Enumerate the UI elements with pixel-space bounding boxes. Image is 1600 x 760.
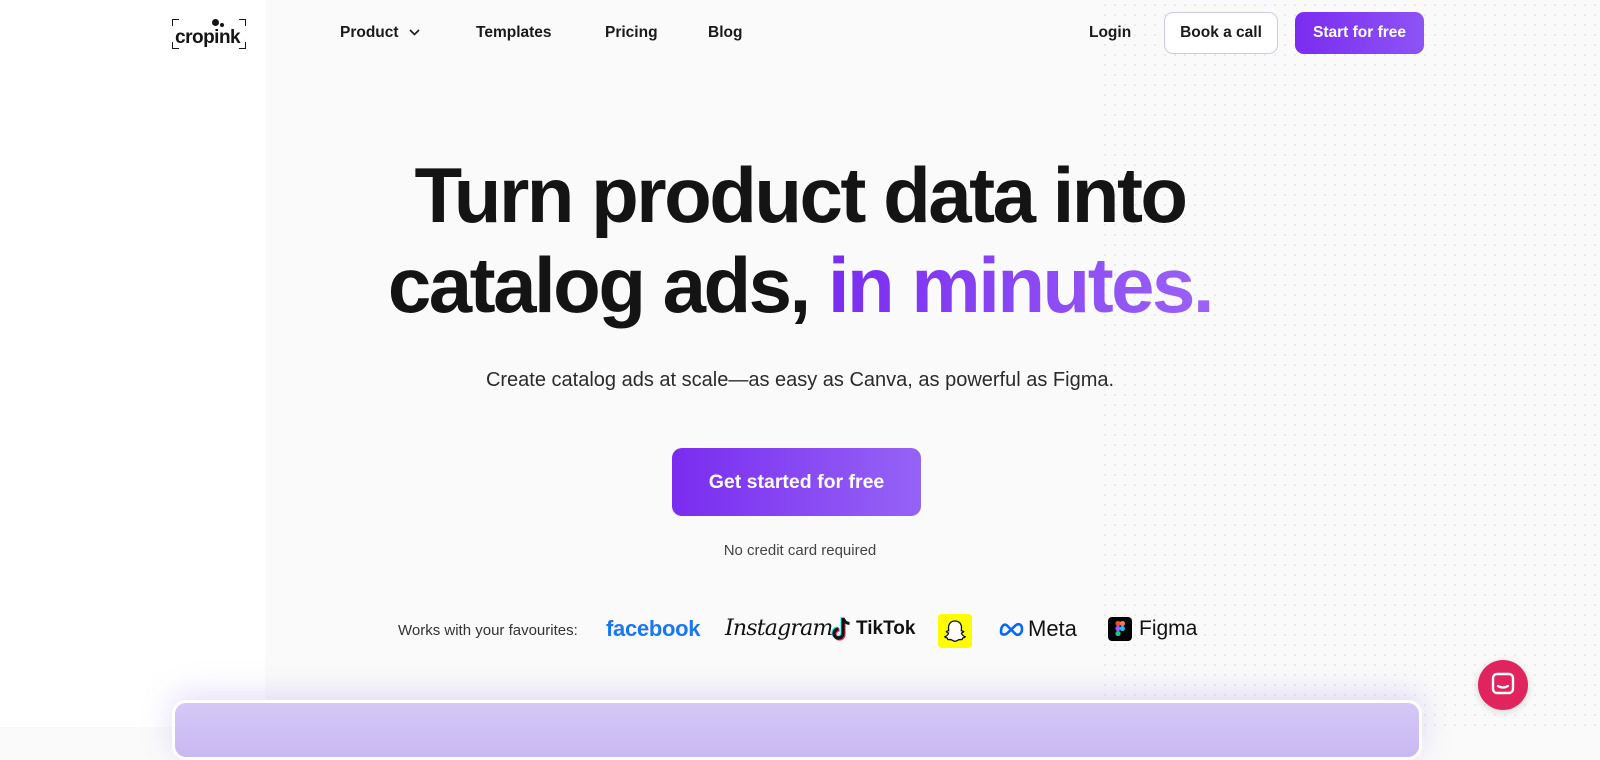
page-background-left	[0, 0, 265, 727]
nav-blog-link[interactable]: Blog	[708, 22, 742, 44]
cropink-logo[interactable]: cropink	[172, 19, 246, 49]
chat-launcher-button[interactable]	[1478, 660, 1528, 710]
tiktok-icon	[831, 617, 850, 641]
hero-headline-main: catalog ads,	[387, 241, 811, 329]
facebook-logo: facebook	[606, 616, 701, 641]
snapchat-logo	[938, 614, 972, 648]
tiktok-wordmark: TikTok	[856, 618, 916, 639]
nav-product-menu[interactable]: Product	[340, 22, 420, 44]
chevron-down-icon	[408, 29, 420, 37]
figma-wordmark: Figma	[1139, 617, 1198, 640]
get-started-button[interactable]: Get started for free	[672, 448, 921, 516]
logo-corner-mark	[172, 19, 179, 26]
nav-pricing-link[interactable]: Pricing	[605, 22, 658, 44]
logo-wordmark: cropink	[175, 27, 241, 48]
logo-corner-mark	[239, 19, 246, 26]
instagram-logo: Instagram	[725, 616, 833, 641]
top-navigation: cropink Product Templates Pricing Blog L…	[0, 0, 1600, 66]
figma-icon	[1115, 620, 1125, 637]
meta-infinity-icon	[999, 622, 1024, 637]
hero-headline-line1: Turn product data into	[414, 151, 1188, 239]
nav-product-label: Product	[340, 24, 399, 41]
partners-label: Works with your favourites:	[398, 622, 578, 639]
hero-headline-accent: in minutes.	[827, 241, 1215, 329]
login-link[interactable]: Login	[1089, 22, 1131, 44]
snapchat-ghost-icon	[943, 620, 967, 642]
chat-bubble-icon	[1491, 672, 1515, 695]
figma-icon-tile	[1108, 617, 1132, 641]
logo-dot	[212, 19, 219, 26]
meta-wordmark: Meta	[1028, 616, 1077, 641]
product-preview-panel	[172, 700, 1422, 760]
book-call-button[interactable]: Book a call	[1164, 12, 1278, 54]
nav-templates-link[interactable]: Templates	[476, 22, 552, 44]
hero-headline-line2: catalog ads, in minutes.	[0, 240, 1600, 330]
no-credit-card-note: No credit card required	[723, 542, 877, 559]
start-free-button[interactable]: Start for free	[1295, 12, 1424, 54]
hero-subtitle: Create catalog ads at scale—as easy as C…	[485, 369, 1115, 391]
